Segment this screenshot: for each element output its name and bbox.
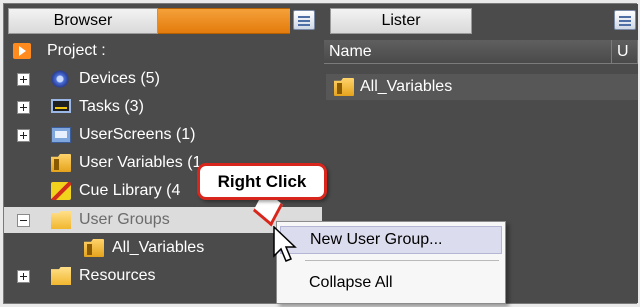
tree-item-devices[interactable]: Devices (5) [4, 66, 322, 92]
user-variables-icon [51, 154, 71, 172]
cue-library-icon [51, 182, 71, 200]
right-click-callout: Right Click [197, 163, 327, 200]
mouse-cursor-icon [273, 226, 297, 262]
browser-tab[interactable]: Browser [8, 8, 158, 34]
column-header-label: Name [329, 42, 372, 60]
tree-item-label: Tasks (3) [79, 98, 144, 115]
folder-icon [51, 267, 71, 285]
tree-item-label: User Groups [79, 211, 170, 228]
devices-icon [51, 70, 71, 88]
lister-options-icon[interactable] [614, 10, 636, 30]
list-item[interactable]: All_Variables [326, 74, 638, 100]
browser-title: Browser [53, 12, 113, 29]
tree-item-tasks[interactable]: Tasks (3) [4, 94, 322, 120]
tree-item-label: UserScreens (1) [79, 126, 196, 143]
collapse-icon[interactable] [17, 214, 30, 227]
menu-item-label: Collapse All [309, 274, 393, 291]
list-item-label: All_Variables [360, 78, 453, 95]
tree-item-user-screens[interactable]: UserScreens (1) [4, 122, 322, 148]
expand-icon[interactable] [17, 73, 30, 86]
tree-item-label: Project : [47, 42, 106, 59]
context-menu: New User Group... Collapse All [276, 221, 506, 304]
menu-item-collapse-all[interactable]: Collapse All [280, 269, 502, 297]
tree-item-label: Cue Library (4 [79, 182, 181, 199]
variables-folder-icon [334, 78, 354, 96]
tree-item-label: Resources [79, 267, 156, 284]
variables-folder-icon [84, 239, 104, 257]
expand-icon[interactable] [17, 270, 30, 283]
callout-text: Right Click [217, 171, 307, 191]
tree-item-label: All_Variables [112, 239, 205, 256]
menu-item-new-user-group[interactable]: New User Group... [280, 226, 502, 254]
tree-item-label: Devices (5) [79, 70, 160, 87]
project-icon [13, 43, 31, 59]
lister-title: Lister [381, 12, 421, 29]
tree-item-label: User Variables (1 [79, 154, 202, 171]
column-header-label: U [617, 42, 629, 60]
menu-item-label: New User Group... [310, 231, 443, 248]
user-screens-icon [51, 127, 71, 143]
folder-icon [51, 211, 71, 229]
tree-item-project[interactable]: Project : [4, 38, 322, 64]
menu-separator [305, 260, 499, 261]
browser-options-icon[interactable] [293, 10, 315, 30]
column-header-name[interactable]: Name [324, 40, 612, 64]
expand-icon[interactable] [17, 129, 30, 142]
browser-header-bar [158, 8, 290, 34]
expand-icon[interactable] [17, 101, 30, 114]
lister-tab[interactable]: Lister [330, 8, 472, 34]
column-header-u[interactable]: U [612, 40, 638, 64]
tasks-icon [51, 99, 71, 113]
tree-item-resources[interactable]: Resources [4, 263, 322, 289]
